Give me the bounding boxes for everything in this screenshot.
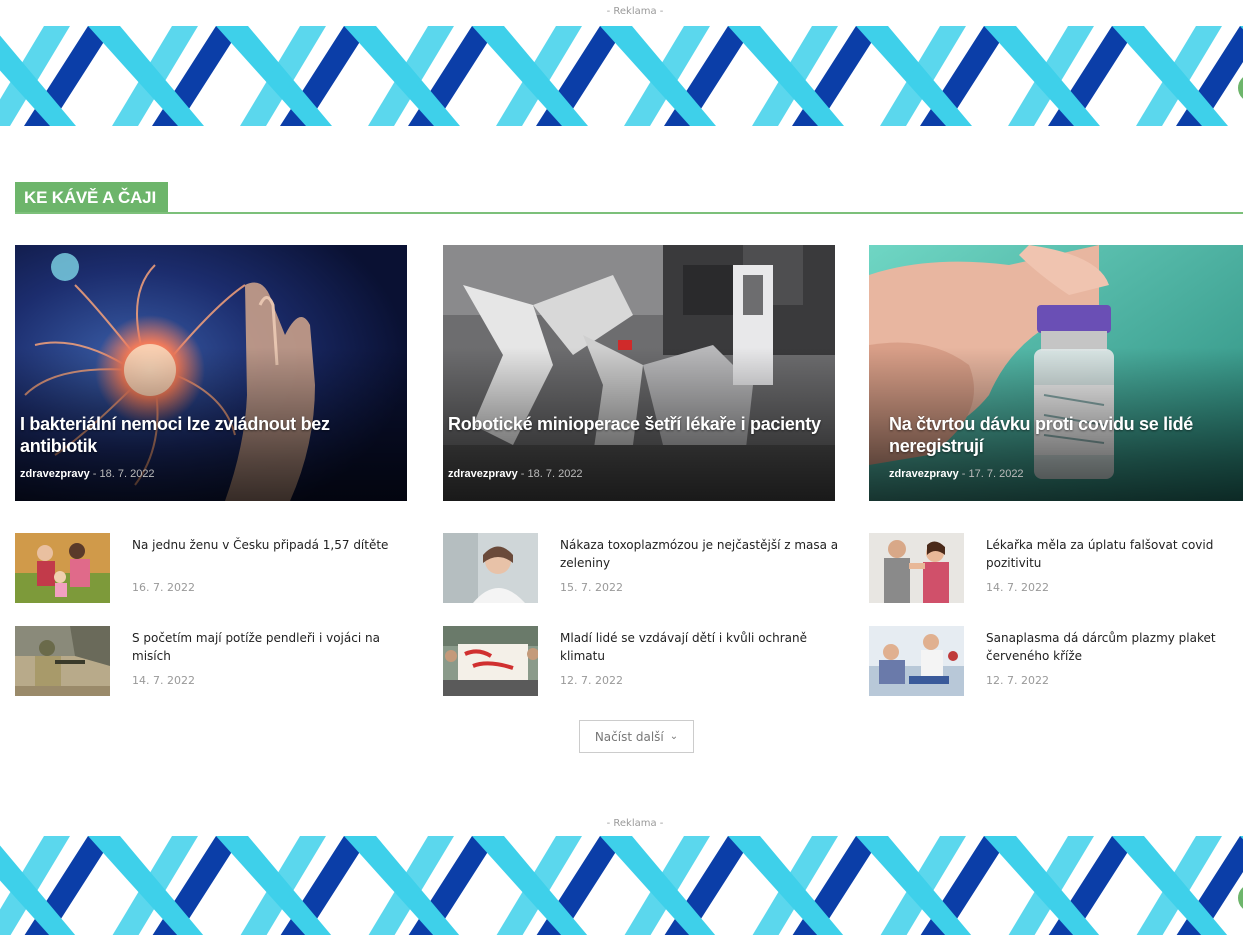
- thumbnail-protest-image: [443, 626, 538, 696]
- article-title[interactable]: Nákaza toxoplazmózou je nejčastější z ma…: [560, 536, 840, 572]
- featured-author[interactable]: zdravezpravy: [448, 468, 518, 480]
- article-thumbnail[interactable]: [443, 626, 538, 696]
- featured-title[interactable]: I bakteriální nemoci lze zvládnout bez a…: [20, 413, 395, 457]
- featured-card-3[interactable]: Na čtvrtou dávku proti covidu se lidé ne…: [869, 245, 1243, 501]
- list-item[interactable]: S početím mají potíže pendleři i vojáci …: [15, 626, 415, 698]
- ad-label-bottom: - Reklama -: [606, 818, 664, 829]
- featured-date: 18. 7. 2022: [527, 468, 583, 480]
- article-date: 14. 7. 2022: [986, 581, 1049, 594]
- article-thumbnail[interactable]: [15, 626, 110, 696]
- ad-banner-bottom[interactable]: [0, 830, 1243, 935]
- featured-author[interactable]: zdravezpravy: [889, 468, 959, 480]
- thumbnail-soldiers-image: [15, 626, 110, 696]
- ad-label-top: - Reklama -: [606, 6, 664, 17]
- featured-author[interactable]: zdravezpravy: [20, 468, 90, 480]
- load-more-label: Načíst další: [594, 729, 664, 744]
- article-title[interactable]: Sanaplasma dá dárcům plazmy plaket červe…: [986, 629, 1243, 665]
- article-thumbnail[interactable]: [869, 626, 964, 696]
- thumbnail-donors-image: [869, 626, 964, 696]
- article-title[interactable]: S početím mají potíže pendleři i vojáci …: [132, 629, 412, 665]
- featured-date: 18. 7. 2022: [99, 468, 155, 480]
- article-date: 12. 7. 2022: [986, 674, 1049, 687]
- article-date: 15. 7. 2022: [560, 581, 623, 594]
- featured-meta: zdravezpravy - 18. 7. 2022: [20, 468, 155, 480]
- featured-card-2[interactable]: Robotické minioperace šetří lékaře i pac…: [443, 245, 835, 501]
- ad-banner-top[interactable]: [0, 20, 1243, 132]
- featured-title[interactable]: Na čtvrtou dávku proti covidu se lidé ne…: [889, 413, 1231, 457]
- thumbnail-doctor-image: [869, 533, 964, 603]
- article-title[interactable]: Mladí lidé se vzdávají dětí i kvůli ochr…: [560, 629, 840, 665]
- section-header: KE KÁVĚ A ČAJI: [15, 182, 1243, 214]
- article-thumbnail[interactable]: [443, 533, 538, 603]
- thumbnail-woman-image: [443, 533, 538, 603]
- list-item[interactable]: Sanaplasma dá dárcům plazmy plaket červe…: [869, 626, 1243, 698]
- article-thumbnail[interactable]: [15, 533, 110, 603]
- section-title[interactable]: KE KÁVĚ A ČAJI: [15, 182, 168, 212]
- dna-helix-graphic: [0, 836, 1243, 935]
- thumbnail-family-image: [15, 533, 110, 603]
- featured-meta: zdravezpravy - 18. 7. 2022: [448, 468, 583, 480]
- featured-title[interactable]: Robotické minioperace šetří lékaře i pac…: [448, 413, 823, 435]
- list-item[interactable]: Lékařka měla za úplatu falšovat covid po…: [869, 533, 1243, 605]
- article-date: 16. 7. 2022: [132, 581, 195, 594]
- featured-date: 17. 7. 2022: [968, 468, 1024, 480]
- banner-logo-dot: [1238, 77, 1243, 99]
- featured-meta: zdravezpravy - 17. 7. 2022: [889, 468, 1024, 480]
- article-title[interactable]: Na jednu ženu v Česku připadá 1,57 dítět…: [132, 536, 412, 554]
- list-item[interactable]: Na jednu ženu v Česku připadá 1,57 dítět…: [15, 533, 415, 605]
- chevron-down-icon: ⌄: [669, 731, 679, 742]
- load-more-button[interactable]: Načíst další ⌄: [579, 720, 694, 753]
- featured-card-1[interactable]: I bakteriální nemoci lze zvládnout bez a…: [15, 245, 407, 501]
- list-item[interactable]: Nákaza toxoplazmózou je nejčastější z ma…: [443, 533, 843, 605]
- list-item[interactable]: Mladí lidé se vzdávají dětí i kvůli ochr…: [443, 626, 843, 698]
- article-date: 14. 7. 2022: [132, 674, 195, 687]
- banner-logo-dot: [1238, 887, 1243, 909]
- dna-helix-graphic: [0, 26, 1243, 126]
- article-title[interactable]: Lékařka měla za úplatu falšovat covid po…: [986, 536, 1243, 572]
- article-thumbnail[interactable]: [869, 533, 964, 603]
- article-date: 12. 7. 2022: [560, 674, 623, 687]
